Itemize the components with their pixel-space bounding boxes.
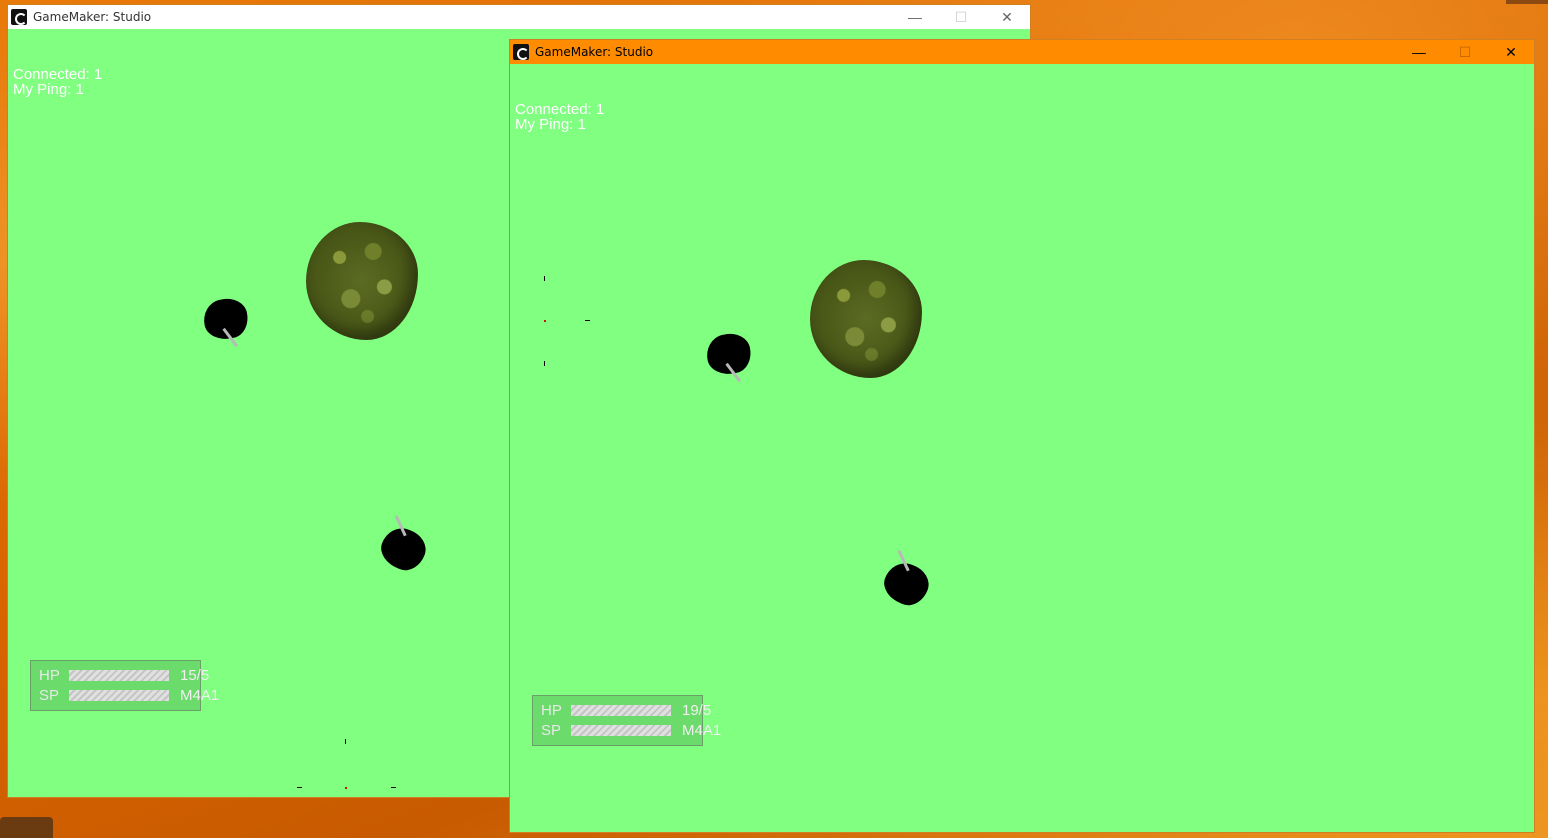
player-body — [200, 294, 252, 344]
enemy-character — [375, 515, 431, 578]
sp-label: SP — [39, 686, 60, 704]
game-window-2[interactable]: GameMaker: Studio — ☐ ✕ Connected: 1 My … — [509, 39, 1535, 833]
window-titlebar[interactable]: GameMaker: Studio — ☐ ✕ — [510, 40, 1534, 64]
enemy-character — [878, 550, 934, 613]
hp-bar — [571, 704, 671, 716]
hp-value: 15/5 — [180, 666, 210, 684]
crosshair-tick — [345, 739, 346, 744]
maximize-button[interactable]: ☐ — [938, 5, 984, 29]
crosshair-tick — [585, 320, 590, 321]
connected-count: Connected: 1 — [515, 101, 605, 118]
close-button[interactable]: ✕ — [984, 5, 1030, 29]
sp-bar — [69, 689, 169, 701]
crosshair-center — [345, 787, 347, 789]
sp-bar — [571, 724, 671, 736]
player-character — [703, 329, 755, 383]
weapon-name: M4A1 — [682, 721, 722, 739]
hp-bar — [69, 669, 169, 681]
ping-readout: My Ping: 1 — [13, 81, 84, 98]
gamemaker-logo-icon[interactable] — [11, 9, 27, 25]
crosshair-center — [544, 320, 546, 322]
taskbar-button[interactable] — [0, 817, 53, 838]
hp-label: HP — [541, 701, 562, 719]
crosshair-tick — [391, 787, 396, 788]
tree — [810, 260, 922, 378]
connected-count: Connected: 1 — [13, 66, 103, 83]
player-stats-panel: HP 15/5 SP M4A1 — [30, 660, 219, 711]
sp-label: SP — [541, 721, 562, 739]
hp-value: 19/5 — [682, 701, 712, 719]
player-stats-panel: HP 19/5 SP M4A1 — [532, 695, 721, 746]
tree — [306, 222, 418, 340]
crosshair-tick — [544, 361, 545, 366]
crosshair-tick — [297, 787, 302, 788]
close-button[interactable]: ✕ — [1488, 40, 1534, 64]
maximize-button[interactable]: ☐ — [1442, 40, 1488, 64]
window-titlebar[interactable]: GameMaker: Studio — ☐ ✕ — [8, 5, 1030, 29]
gamemaker-logo-icon[interactable] — [513, 44, 529, 60]
player-body — [703, 329, 755, 379]
crosshair-tick — [544, 276, 545, 281]
minimize-button[interactable]: — — [892, 5, 938, 29]
hp-label: HP — [39, 666, 60, 684]
game-canvas[interactable]: Connected: 1 My Ping: 1 HP 19/5 SP M4A1 — [510, 64, 1534, 832]
weapon-name: M4A1 — [180, 686, 220, 704]
player-character — [200, 294, 252, 348]
window-title: GameMaker: Studio — [33, 10, 152, 24]
desktop-window-edge — [1506, 0, 1548, 4]
minimize-button[interactable]: — — [1396, 40, 1442, 64]
window-title: GameMaker: Studio — [535, 45, 654, 59]
ping-readout: My Ping: 1 — [515, 116, 586, 133]
